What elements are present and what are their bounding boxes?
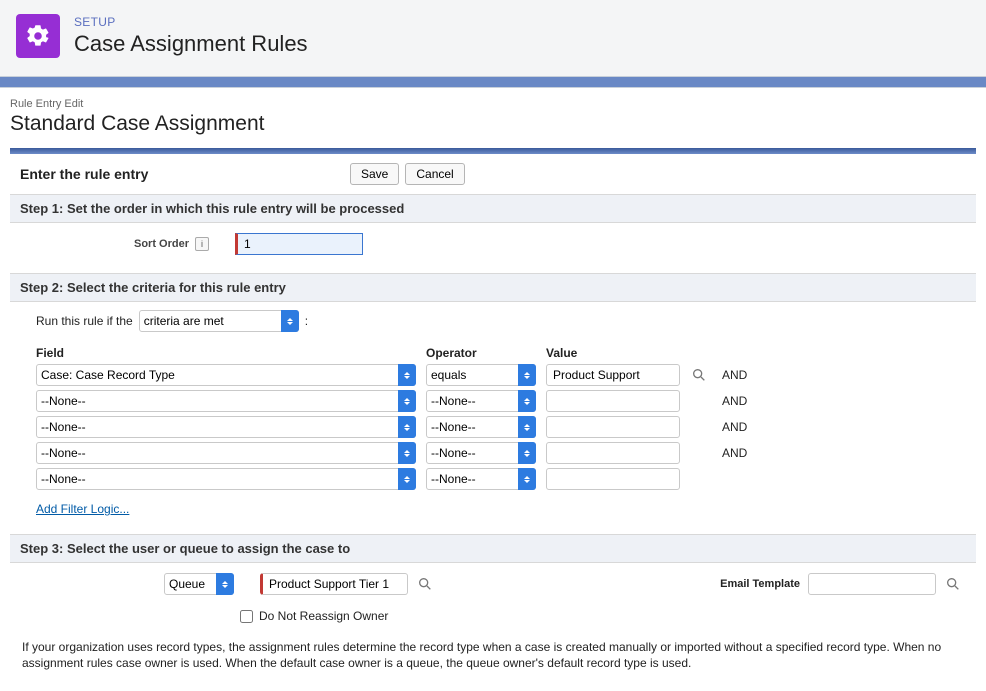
lead-section: Enter the rule entry Save Cancel [10, 154, 976, 194]
criteria-row: --None-- --None-- AND [36, 390, 962, 412]
criteria-row: Case: Case Record Type equals AND [36, 364, 962, 386]
criteria-field-select[interactable]: Case: Case Record Type [36, 364, 416, 386]
col-header-operator: Operator [426, 346, 536, 360]
assign-type-select[interactable]: Queue [164, 573, 234, 595]
criteria-value-input[interactable] [546, 364, 680, 386]
save-button[interactable]: Save [350, 163, 399, 185]
criteria-operator-select[interactable]: --None-- [426, 442, 536, 464]
conj-and: AND [722, 420, 747, 434]
col-header-field: Field [36, 346, 416, 360]
conj-and: AND [722, 368, 747, 382]
setup-page-title: Case Assignment Rules [74, 31, 308, 57]
criteria-value-input[interactable] [546, 468, 680, 490]
decorative-band [0, 76, 986, 88]
criteria-row: --None-- --None-- AND [36, 442, 962, 464]
criteria-operator-select[interactable]: --None-- [426, 416, 536, 438]
setup-label: SETUP [74, 15, 308, 29]
col-header-value: Value [546, 346, 680, 360]
sort-order-input[interactable] [235, 233, 363, 255]
criteria-operator-select[interactable]: equals [426, 364, 536, 386]
assign-value-input[interactable] [260, 573, 408, 595]
criteria-row: --None-- --None-- [36, 468, 962, 490]
runif-select[interactable]: criteria are met [139, 310, 299, 332]
do-not-reassign-checkbox[interactable] [240, 610, 253, 623]
lookup-icon[interactable] [416, 575, 434, 593]
criteria-value-input[interactable] [546, 416, 680, 438]
step3-description: If your organization uses record types, … [10, 633, 976, 671]
criteria-field-select[interactable]: --None-- [36, 416, 416, 438]
add-filter-logic-link[interactable]: Add Filter Logic... [36, 502, 129, 516]
lookup-icon[interactable] [690, 366, 708, 384]
page-title: Standard Case Assignment [10, 110, 976, 148]
runif-suffix: : [305, 314, 308, 328]
cancel-button[interactable]: Cancel [405, 163, 464, 185]
do-not-reassign-label: Do Not Reassign Owner [259, 609, 388, 623]
conj-and: AND [722, 394, 747, 408]
criteria-operator-select[interactable]: --None-- [426, 390, 536, 412]
step1-header: Step 1: Set the order in which this rule… [10, 194, 976, 223]
email-template-input[interactable] [808, 573, 936, 595]
criteria-grid: Field Operator Value Case: Case Record T… [24, 346, 962, 490]
criteria-row: --None-- --None-- AND [36, 416, 962, 438]
criteria-value-input[interactable] [546, 442, 680, 464]
criteria-field-select[interactable]: --None-- [36, 442, 416, 464]
setup-header: SETUP Case Assignment Rules [0, 0, 986, 76]
step3-header: Step 3: Select the user or queue to assi… [10, 534, 976, 563]
criteria-field-select[interactable]: --None-- [36, 390, 416, 412]
criteria-operator-select[interactable]: --None-- [426, 468, 536, 490]
gear-icon [16, 14, 60, 58]
criteria-field-select[interactable]: --None-- [36, 468, 416, 490]
lookup-icon[interactable] [944, 575, 962, 593]
runif-prefix: Run this rule if the [36, 314, 133, 328]
info-icon[interactable]: i [195, 237, 209, 251]
email-template-label: Email Template [720, 578, 800, 590]
lead-title: Enter the rule entry [20, 166, 350, 182]
conj-and: AND [722, 446, 747, 460]
sort-order-label: Sort Order [134, 238, 189, 250]
step2-header: Step 2: Select the criteria for this rul… [10, 273, 976, 302]
breadcrumb: Rule Entry Edit [10, 92, 976, 110]
criteria-value-input[interactable] [546, 390, 680, 412]
